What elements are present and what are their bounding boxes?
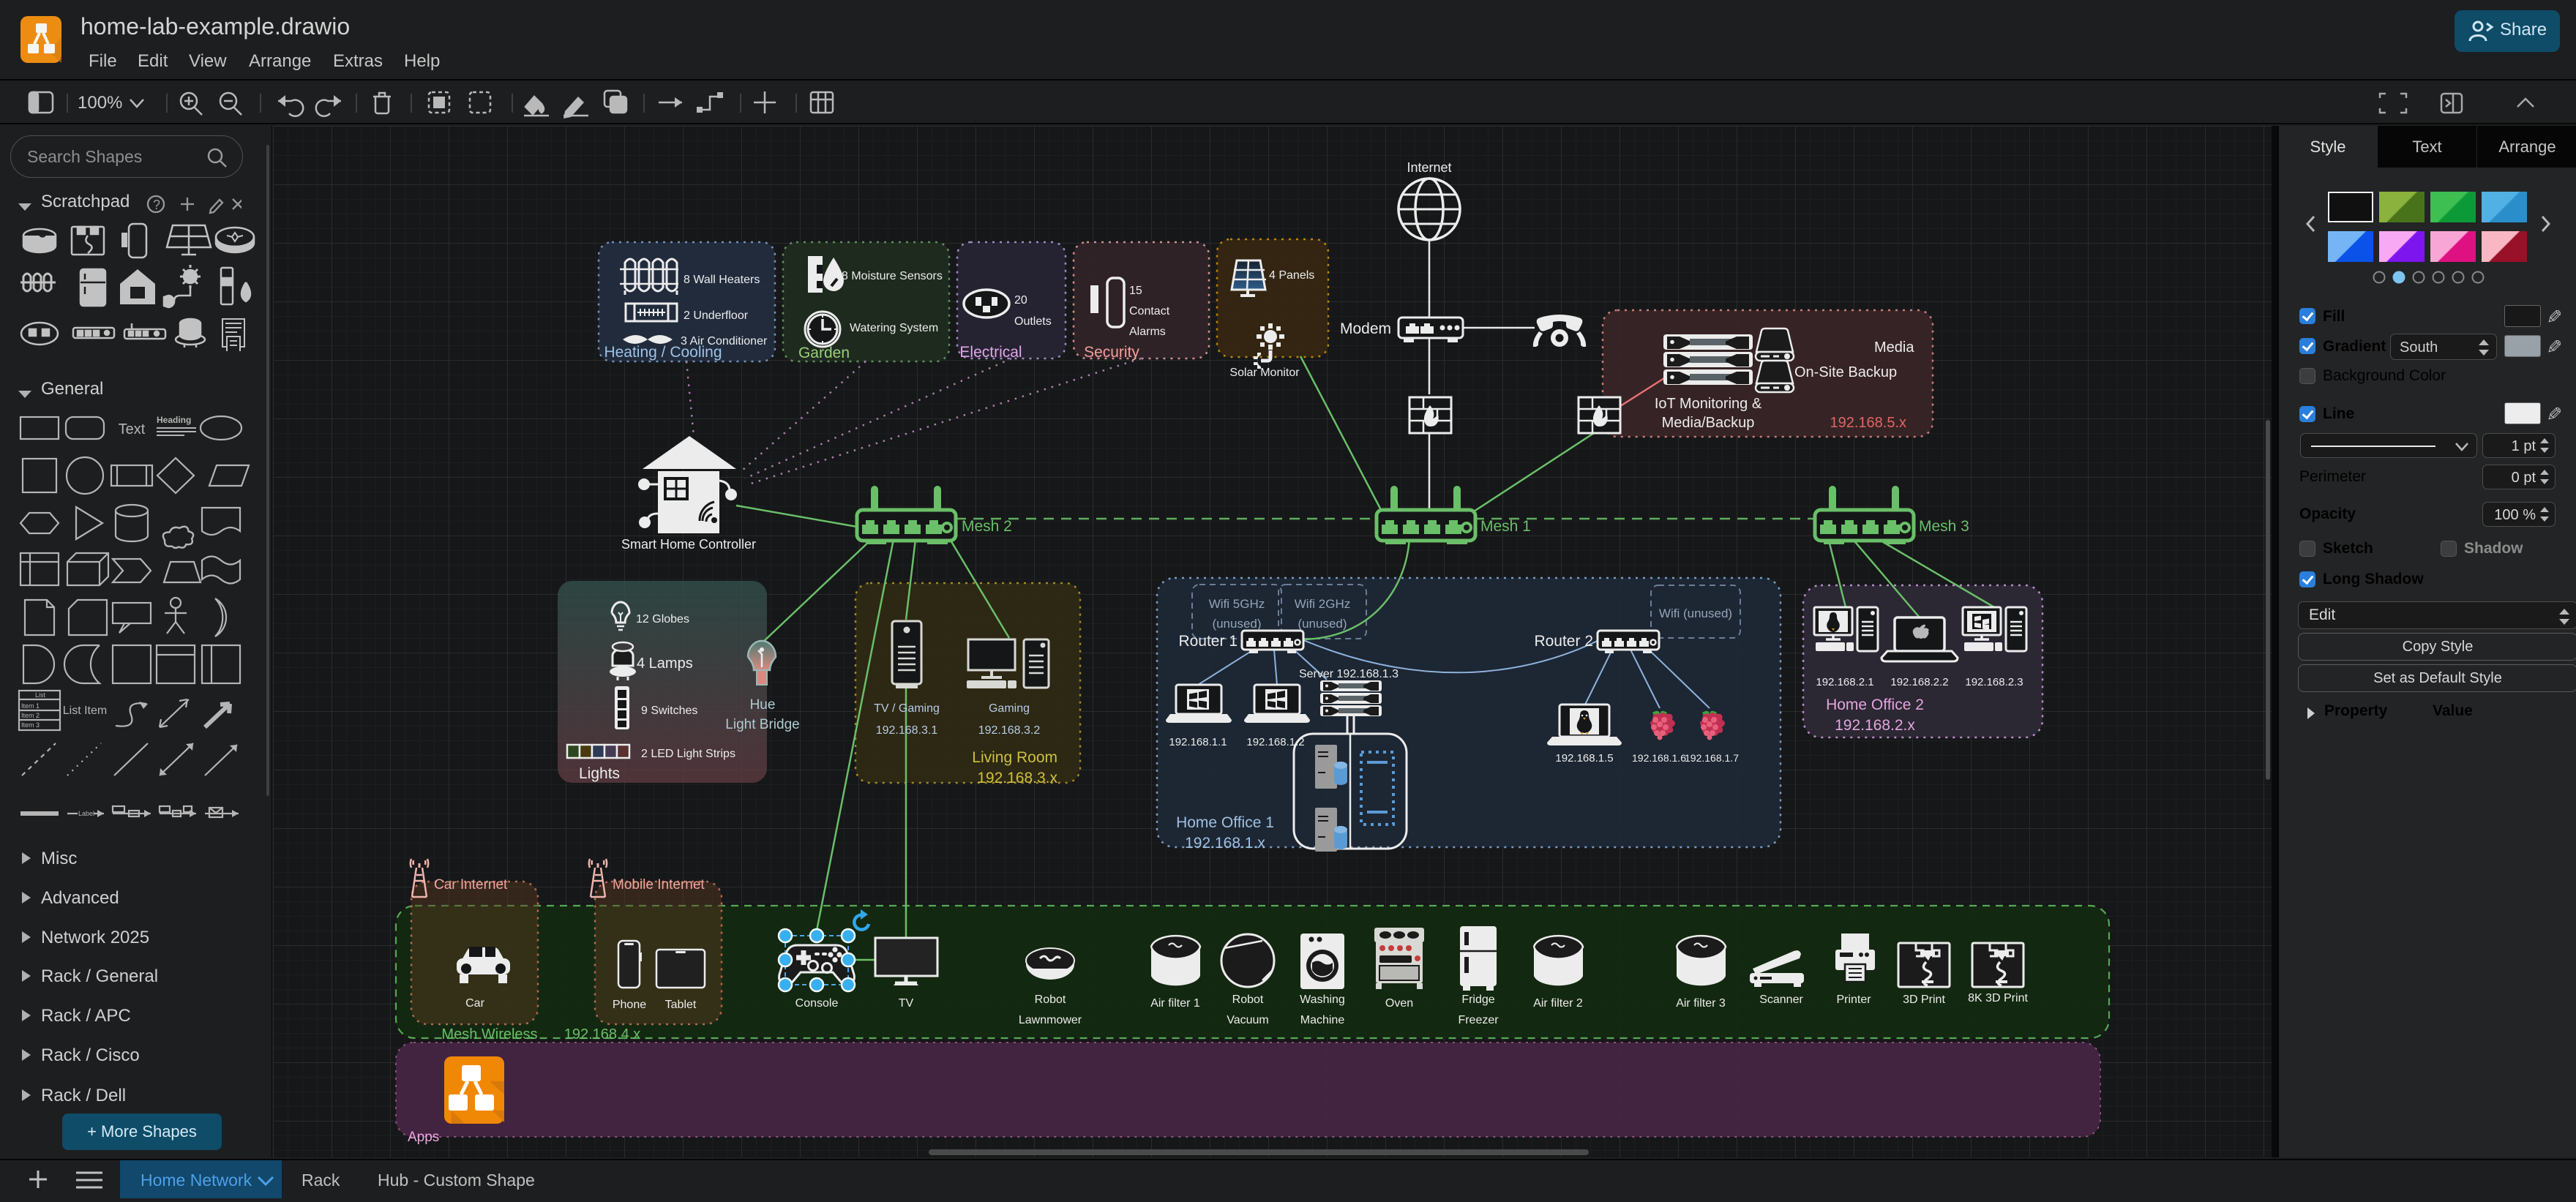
svg-text:192.168.1.6: 192.168.1.6 bbox=[1632, 752, 1686, 764]
svg-text:9 Switches: 9 Switches bbox=[641, 705, 697, 717]
svg-text:Apps: Apps bbox=[408, 1130, 439, 1145]
svg-text:Router 1: Router 1 bbox=[1178, 633, 1238, 650]
svg-text:192.168.2.3: 192.168.2.3 bbox=[1965, 676, 2023, 688]
svg-text:192.168.1.5: 192.168.1.5 bbox=[1555, 752, 1613, 765]
svg-text:Light Bridge: Light Bridge bbox=[725, 717, 799, 732]
svg-text:12 Globes: 12 Globes bbox=[636, 613, 689, 626]
svg-text:Router 2: Router 2 bbox=[1534, 633, 1593, 650]
svg-text:192.168.2.1: 192.168.2.1 bbox=[1816, 676, 1873, 688]
svg-text:TV: TV bbox=[899, 997, 914, 1010]
svg-text:Mesh Wireless: Mesh Wireless bbox=[441, 1026, 537, 1043]
svg-text:8 Moisture Sensors: 8 Moisture Sensors bbox=[842, 270, 943, 282]
svg-text:Mobile Internet: Mobile Internet bbox=[613, 877, 705, 893]
svg-text:Robot: Robot bbox=[1035, 993, 1066, 1006]
svg-text:Outlets: Outlets bbox=[1014, 315, 1052, 328]
svg-text:(unused): (unused) bbox=[1298, 617, 1347, 631]
svg-text:Item 3: Item 3 bbox=[21, 721, 40, 729]
svg-text:Phone: Phone bbox=[613, 999, 646, 1011]
svg-text:Security: Security bbox=[1084, 344, 1139, 361]
svg-text:192.168.3.1: 192.168.3.1 bbox=[876, 724, 938, 737]
svg-text:2 Underfloor: 2 Underfloor bbox=[684, 309, 749, 322]
svg-text:Mesh 1: Mesh 1 bbox=[1480, 518, 1531, 535]
svg-text:Text: Text bbox=[119, 421, 146, 437]
svg-text:192.168.1.1: 192.168.1.1 bbox=[1169, 736, 1227, 748]
svg-text:Label: Label bbox=[78, 810, 94, 817]
svg-text:Mesh 2: Mesh 2 bbox=[962, 518, 1012, 535]
svg-text:Hue: Hue bbox=[750, 697, 776, 713]
svg-text:Media: Media bbox=[1874, 339, 1914, 356]
svg-text:List Item: List Item bbox=[63, 705, 107, 717]
svg-text:?: ? bbox=[153, 198, 160, 212]
svg-text:Freezer: Freezer bbox=[1458, 1014, 1499, 1026]
svg-text:192.168.1.2: 192.168.1.2 bbox=[1246, 736, 1304, 748]
svg-text:On-Site Backup: On-Site Backup bbox=[1794, 364, 1897, 380]
svg-text:192.168.3.x: 192.168.3.x bbox=[977, 770, 1057, 786]
svg-text:Wifi 2GHz: Wifi 2GHz bbox=[1295, 597, 1351, 611]
svg-text:Robot: Robot bbox=[1232, 993, 1264, 1006]
svg-text:Living Room: Living Room bbox=[972, 749, 1057, 766]
svg-text:Item 1: Item 1 bbox=[21, 702, 40, 710]
svg-text:192.168.2.2: 192.168.2.2 bbox=[1890, 676, 1948, 688]
svg-text:Media/Backup: Media/Backup bbox=[1662, 415, 1755, 431]
svg-text:Mesh 3: Mesh 3 bbox=[1919, 518, 1969, 535]
svg-text:(unused): (unused) bbox=[1212, 617, 1261, 631]
svg-text:100%: 100% bbox=[78, 93, 122, 113]
svg-text:Scanner: Scanner bbox=[1759, 993, 1803, 1006]
svg-text:Internet: Internet bbox=[1407, 160, 1451, 175]
svg-text:Item 2: Item 2 bbox=[21, 712, 40, 719]
svg-text:Watering System: Watering System bbox=[850, 322, 938, 334]
svg-text:Car: Car bbox=[465, 997, 484, 1010]
svg-text:Oven: Oven bbox=[1385, 997, 1413, 1010]
svg-text:Console: Console bbox=[795, 997, 839, 1010]
svg-text:Home Office 2: Home Office 2 bbox=[1826, 696, 1924, 713]
svg-text:Server 192.168.1.3: Server 192.168.1.3 bbox=[1299, 668, 1399, 680]
svg-text:192.168.3.2: 192.168.3.2 bbox=[978, 724, 1041, 737]
svg-text:Electrical: Electrical bbox=[959, 344, 1022, 361]
svg-text:192.168.2.x: 192.168.2.x bbox=[1835, 717, 1915, 734]
svg-text:3D Print: 3D Print bbox=[1903, 993, 1945, 1006]
svg-text:Printer: Printer bbox=[1836, 993, 1871, 1006]
svg-text:Air filter 3: Air filter 3 bbox=[1676, 997, 1726, 1010]
svg-text:Washing: Washing bbox=[1300, 993, 1345, 1006]
svg-text:Lawnmower: Lawnmower bbox=[1019, 1014, 1082, 1026]
svg-text:Wifi (unused): Wifi (unused) bbox=[1659, 606, 1732, 620]
svg-text:8K 3D Print: 8K 3D Print bbox=[1968, 992, 2028, 1004]
svg-text:192.168.1.7: 192.168.1.7 bbox=[1685, 752, 1739, 764]
svg-text:Gaming: Gaming bbox=[989, 702, 1030, 715]
svg-text:Car Internet: Car Internet bbox=[434, 877, 508, 893]
svg-text:Air filter 2: Air filter 2 bbox=[1533, 997, 1583, 1010]
svg-text:Modem: Modem bbox=[1340, 320, 1391, 337]
svg-text:192.168.1.x: 192.168.1.x bbox=[1185, 835, 1265, 852]
svg-text:4 Panels: 4 Panels bbox=[1269, 269, 1314, 282]
svg-text:IoT Monitoring &: IoT Monitoring & bbox=[1655, 396, 1762, 412]
svg-text:Garden: Garden bbox=[798, 345, 850, 361]
svg-text:Wifi 5GHz: Wifi 5GHz bbox=[1209, 597, 1265, 611]
svg-text:Home Office 1: Home Office 1 bbox=[1176, 814, 1274, 831]
svg-text:Heating / Cooling: Heating / Cooling bbox=[604, 344, 722, 361]
svg-text:Fridge: Fridge bbox=[1461, 993, 1494, 1006]
svg-text:192.168.5.x: 192.168.5.x bbox=[1830, 415, 1906, 431]
svg-text:Lights: Lights bbox=[579, 765, 620, 782]
svg-text:Contact: Contact bbox=[1129, 305, 1170, 318]
svg-text:Solar Monitor: Solar Monitor bbox=[1229, 367, 1300, 379]
svg-text:Smart Home Controller: Smart Home Controller bbox=[621, 537, 756, 552]
svg-text:Vacuum: Vacuum bbox=[1227, 1014, 1269, 1026]
svg-text:4 Lamps: 4 Lamps bbox=[637, 656, 693, 672]
svg-text:Air filter 1: Air filter 1 bbox=[1150, 997, 1200, 1010]
svg-text:2 LED Light Strips: 2 LED Light Strips bbox=[641, 748, 735, 760]
svg-text:TV / Gaming: TV / Gaming bbox=[874, 702, 940, 715]
svg-text:Machine: Machine bbox=[1300, 1014, 1345, 1026]
svg-text:8 Wall Heaters: 8 Wall Heaters bbox=[684, 274, 760, 286]
svg-text:Heading: Heading bbox=[157, 415, 191, 425]
svg-text:Tablet: Tablet bbox=[665, 999, 697, 1011]
svg-text:20: 20 bbox=[1014, 294, 1027, 307]
svg-text:192.168.4.x: 192.168.4.x bbox=[564, 1026, 641, 1043]
svg-text:Alarms: Alarms bbox=[1129, 326, 1166, 338]
svg-text:15: 15 bbox=[1129, 285, 1142, 297]
svg-text:List: List bbox=[35, 691, 46, 699]
